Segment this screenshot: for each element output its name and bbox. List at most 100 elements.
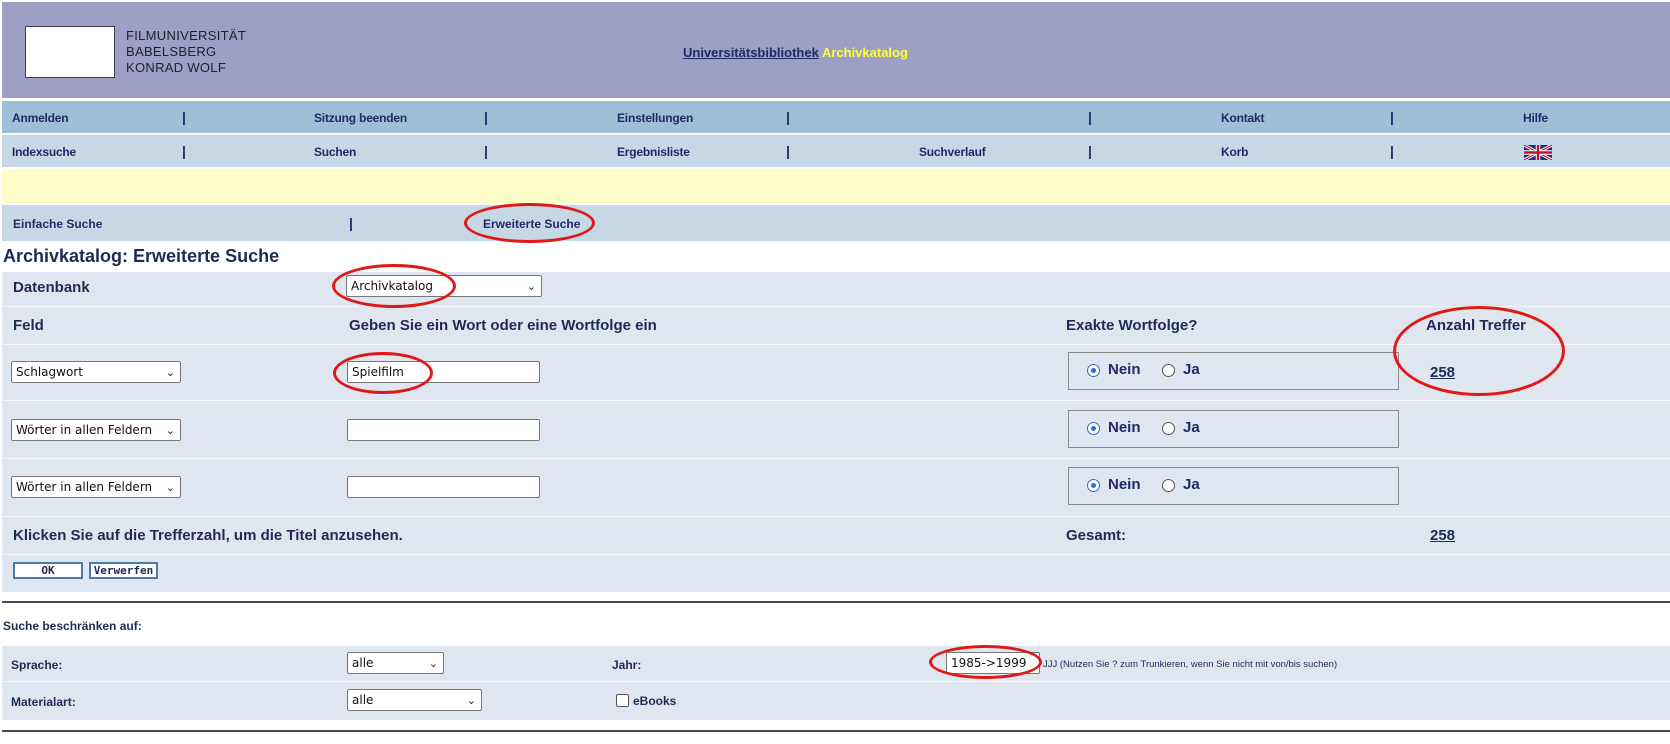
column-header-field: Feld — [13, 317, 44, 334]
exact-no-label-3: Nein — [1108, 476, 1141, 493]
nav-separator: | — [182, 109, 186, 125]
search-term-input-2[interactable] — [347, 419, 540, 441]
nav-search-history[interactable]: Suchverlauf — [919, 145, 986, 159]
database-label: Datenbank — [13, 279, 90, 296]
nav-login[interactable]: Anmelden — [12, 111, 69, 125]
nav-separator: | — [786, 109, 790, 125]
nav-end-session[interactable]: Sitzung beenden — [314, 111, 407, 125]
top-navigation: Anmelden | Sitzung beenden | Einstellung… — [2, 101, 1670, 133]
catalog-title: Archivkatalog — [821, 45, 908, 60]
search-mode-tabs: Einfache Suche | Erweiterte Suche — [2, 205, 1670, 241]
hit-count-link-1[interactable]: 258 — [1430, 364, 1455, 381]
chevron-down-icon: ⌄ — [526, 280, 536, 293]
exact-yes-radio-1[interactable] — [1162, 364, 1175, 377]
field-select-3[interactable]: Wörter in allen Feldern ⌄ — [11, 476, 181, 498]
nav-separator: | — [1088, 143, 1092, 159]
site-title: Universitätsbibliothek Archivkatalog — [683, 45, 908, 60]
tab-simple-search[interactable]: Einfache Suche — [13, 217, 102, 231]
nav-separator: | — [1390, 143, 1394, 159]
row-divider — [2, 306, 1670, 307]
tab-advanced-search[interactable]: Erweiterte Suche — [483, 217, 580, 231]
tab-separator: | — [349, 215, 353, 231]
field-select-2-value: Wörter in allen Feldern — [16, 423, 153, 437]
year-hint: JJJ (Nutzen Sie ? zum Trunkieren, wenn S… — [1043, 659, 1338, 670]
divider — [2, 730, 1670, 732]
reset-button[interactable]: Verwerfen — [89, 562, 158, 579]
database-select-value: Archivkatalog — [351, 279, 433, 293]
uk-flag-icon[interactable] — [1524, 145, 1552, 160]
ebooks-label: eBooks — [633, 694, 677, 708]
year-label: Jahr: — [612, 658, 642, 672]
chevron-down-icon: ⌄ — [165, 424, 175, 437]
material-type-select[interactable]: alle ⌄ — [347, 689, 482, 711]
year-input[interactable]: 1985->1999 — [946, 652, 1040, 674]
exact-yes-radio-3[interactable] — [1162, 479, 1175, 492]
column-header-exact: Exakte Wortfolge? — [1066, 317, 1198, 334]
secondary-navigation: Indexsuche | Suchen | Ergebnisliste | Su… — [2, 135, 1670, 167]
exact-no-label-1: Nein — [1108, 361, 1141, 378]
university-name-line-2: BABELSBERG — [126, 44, 217, 59]
nav-help[interactable]: Hilfe — [1523, 111, 1548, 125]
university-name: FILMUNIVERSITÄT BABELSBERG KONRAD WOLF — [126, 28, 246, 76]
library-link[interactable]: Universitätsbibliothek — [683, 45, 819, 60]
nav-separator: | — [1088, 109, 1092, 125]
material-type-label: Materialart: — [11, 695, 76, 709]
page-title: Archivkatalog: Erweiterte Suche — [3, 246, 280, 266]
row-divider — [2, 681, 1670, 682]
exact-yes-label-1: Ja — [1183, 361, 1200, 378]
exact-yes-label-2: Ja — [1183, 419, 1200, 436]
column-header-hits: Anzahl Treffer — [1426, 317, 1527, 334]
chevron-down-icon: ⌄ — [165, 366, 175, 379]
language-select[interactable]: alle ⌄ — [347, 652, 444, 674]
search-term-input-1[interactable]: Spielfilm — [347, 361, 540, 383]
database-select[interactable]: Archivkatalog ⌄ — [346, 275, 542, 297]
search-term-input-3[interactable] — [347, 476, 540, 498]
nav-settings[interactable]: Einstellungen — [617, 111, 693, 125]
chevron-down-icon: ⌄ — [428, 657, 438, 670]
nav-contact[interactable]: Kontakt — [1221, 111, 1264, 125]
nav-separator: | — [484, 143, 488, 159]
divider — [2, 601, 1670, 603]
ok-button[interactable]: OK — [13, 562, 83, 579]
instruction-text: Klicken Sie auf die Trefferzahl, um die … — [13, 527, 403, 544]
chevron-down-icon: ⌄ — [466, 694, 476, 707]
chevron-down-icon: ⌄ — [165, 481, 175, 494]
exact-phrase-group-3: Nein Ja — [1068, 467, 1399, 505]
field-select-1-value: Schlagwort — [16, 365, 83, 379]
nav-search[interactable]: Suchen — [314, 145, 356, 159]
row-divider — [2, 400, 1670, 401]
nav-index-search[interactable]: Indexsuche — [12, 145, 76, 159]
total-hit-count-link[interactable]: 258 — [1430, 527, 1455, 544]
nav-separator: | — [484, 109, 488, 125]
restrict-title: Suche beschränken auf: — [3, 619, 142, 633]
nav-separator: | — [182, 143, 186, 159]
column-header-words: Geben Sie ein Wort oder eine Wortfolge e… — [349, 317, 657, 334]
field-select-1[interactable]: Schlagwort ⌄ — [11, 361, 181, 383]
field-select-3-value: Wörter in allen Feldern — [16, 480, 153, 494]
material-type-select-value: alle — [352, 693, 374, 707]
row-divider — [2, 516, 1670, 517]
ebooks-checkbox[interactable] — [616, 694, 629, 707]
exact-phrase-group-1: Nein Ja — [1068, 352, 1399, 390]
nav-result-list[interactable]: Ergebnisliste — [617, 145, 690, 159]
total-label: Gesamt: — [1066, 527, 1127, 544]
exact-no-radio-2[interactable] — [1087, 422, 1100, 435]
language-select-value: alle — [352, 656, 374, 670]
university-name-line-3: KONRAD WOLF — [126, 60, 227, 75]
exact-no-radio-3[interactable] — [1087, 479, 1100, 492]
restrict-area — [2, 646, 1670, 720]
university-name-line-1: FILMUNIVERSITÄT — [126, 28, 247, 43]
exact-yes-radio-2[interactable] — [1162, 422, 1175, 435]
nav-basket[interactable]: Korb — [1221, 145, 1248, 159]
exact-no-radio-1[interactable] — [1087, 364, 1100, 377]
advanced-search-form — [2, 272, 1670, 592]
row-divider — [2, 344, 1670, 345]
exact-yes-label-3: Ja — [1183, 476, 1200, 493]
university-logo — [25, 26, 115, 78]
header-banner: FILMUNIVERSITÄT BABELSBERG KONRAD WOLF U… — [2, 2, 1670, 98]
language-label: Sprache: — [11, 658, 63, 672]
row-divider — [2, 458, 1670, 459]
field-select-2[interactable]: Wörter in allen Feldern ⌄ — [11, 419, 181, 441]
exact-phrase-group-2: Nein Ja — [1068, 410, 1399, 448]
message-bar — [2, 169, 1670, 203]
